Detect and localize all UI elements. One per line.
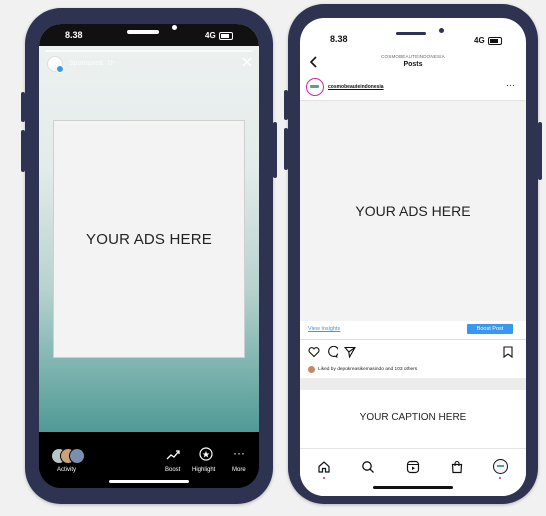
- save-icon[interactable]: [502, 346, 514, 358]
- signal-label: 4G: [474, 36, 485, 45]
- liked-by-avatar: [308, 366, 315, 373]
- like-icon[interactable]: [308, 346, 320, 358]
- reels-icon[interactable]: [406, 460, 420, 474]
- story-time-ago: 1h: [107, 60, 115, 67]
- viewer-avatar: [69, 448, 85, 464]
- status-indicators: 4G: [205, 31, 233, 40]
- left-phone-side-button: [273, 122, 277, 178]
- caption-text: YOUR CAPTION HERE: [359, 412, 467, 423]
- left-phone-side-button: [21, 130, 25, 172]
- verified-icon: [56, 65, 64, 73]
- shop-icon[interactable]: [450, 460, 464, 474]
- signal-label: 4G: [205, 31, 216, 40]
- more-label[interactable]: More: [232, 467, 246, 473]
- search-icon[interactable]: [361, 460, 375, 474]
- post-avatar[interactable]: [306, 78, 324, 96]
- activity-label[interactable]: Activity: [57, 467, 76, 473]
- left-phone-screen: 8.38 4G Sponsored 1h YOUR ADS HERE Activ…: [39, 24, 259, 488]
- story-avatar[interactable]: [47, 56, 64, 73]
- status-indicators: 4G: [474, 36, 502, 45]
- status-time: 8.38: [330, 34, 348, 44]
- post-options-icon[interactable]: ···: [506, 81, 515, 90]
- status-time: 8.38: [65, 30, 83, 40]
- nav-dot: [323, 477, 325, 479]
- caption-divider: [300, 378, 526, 390]
- notch-pill: [396, 32, 426, 35]
- boost-post-button[interactable]: Boost Post: [467, 324, 513, 334]
- battery-icon: [487, 36, 502, 45]
- home-indicator: [109, 480, 189, 483]
- right-phone-screen: 8.38 4G COSMOBEAUTEINDONESIA Posts cosmo…: [300, 18, 526, 496]
- story-progress-bar: [45, 50, 253, 52]
- nav-dot: [499, 477, 501, 479]
- right-phone-side-button: [284, 90, 288, 120]
- left-phone-side-button: [21, 92, 25, 122]
- notch-pill: [127, 30, 159, 34]
- comment-icon[interactable]: [326, 346, 338, 358]
- post-ad-image[interactable]: YOUR ADS HERE: [300, 100, 526, 322]
- close-icon[interactable]: [241, 56, 253, 68]
- liked-by-text[interactable]: Liked by depokreasikemasindo and 103 oth…: [318, 367, 417, 372]
- right-phone-side-button: [538, 122, 542, 180]
- profile-avatar-icon[interactable]: [493, 459, 508, 474]
- home-indicator: [373, 486, 453, 489]
- share-icon[interactable]: [344, 346, 356, 358]
- boost-icon[interactable]: [166, 448, 180, 462]
- notch-camera: [172, 25, 177, 30]
- story-ad-card[interactable]: YOUR ADS HERE: [53, 120, 245, 358]
- highlight-label[interactable]: Highlight: [192, 467, 215, 473]
- header-account-caps: COSMOBEAUTEINDONESIA: [381, 54, 445, 59]
- avatar-logo: [310, 85, 319, 88]
- ad-placeholder-text: YOUR ADS HERE: [86, 230, 212, 248]
- notch-camera: [439, 28, 444, 33]
- home-icon[interactable]: [317, 460, 331, 474]
- post-account-name[interactable]: cosmobeauteindonesia: [328, 84, 384, 90]
- story-account-name[interactable]: Sponsored: [69, 60, 103, 67]
- right-phone-side-button: [284, 128, 288, 170]
- profile-logo: [497, 465, 504, 467]
- ad-placeholder-text: YOUR ADS HERE: [355, 203, 471, 219]
- viewer-avatars[interactable]: [51, 448, 91, 464]
- more-icon[interactable]: ···: [232, 447, 246, 462]
- boost-label[interactable]: Boost: [165, 467, 180, 473]
- view-insights-link[interactable]: View Insights: [308, 326, 340, 332]
- battery-icon: [218, 31, 233, 40]
- page-title: Posts: [403, 61, 423, 68]
- highlight-icon[interactable]: [199, 447, 213, 461]
